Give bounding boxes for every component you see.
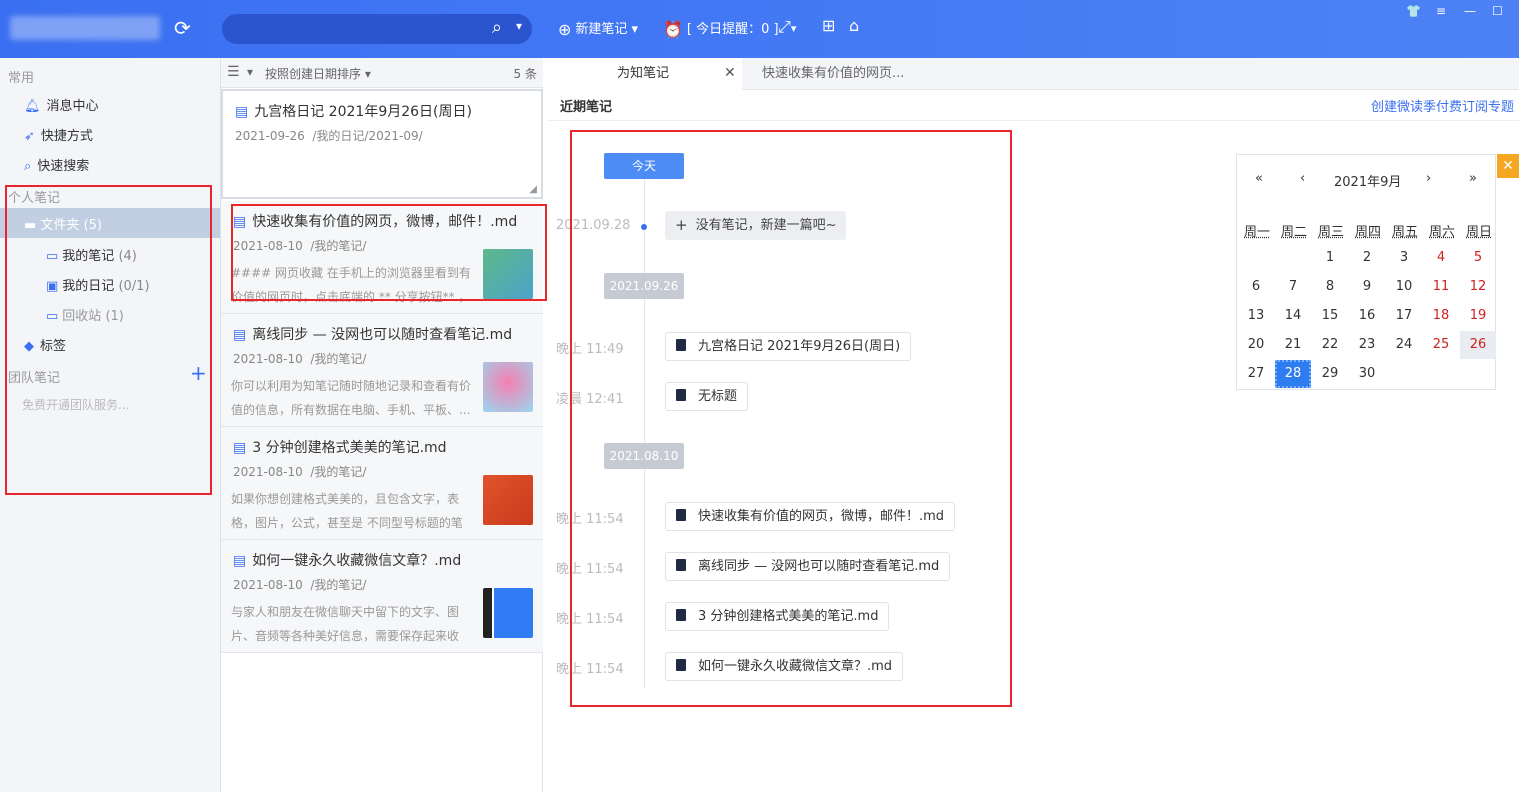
calendar-day[interactable]: 21 <box>1275 331 1311 359</box>
calendar-day[interactable]: 1 <box>1312 244 1348 272</box>
sidebar-item-shortcuts[interactable]: ➶ 快捷方式 <box>24 125 93 144</box>
calendar-day[interactable]: 16 <box>1349 302 1385 330</box>
close-icon[interactable]: ✕ <box>1497 154 1519 178</box>
calendar-day[interactable]: 22 <box>1312 331 1348 359</box>
note-list: ☰ ▾ 按照创建日期排序 ▾ 5 条 ▤ 九宫格日记 2021年9月26日(周日)… <box>221 58 543 792</box>
calendar-day[interactable]: 3 <box>1386 244 1422 272</box>
next-month-button[interactable]: › <box>1426 171 1431 186</box>
calendar-day[interactable]: 4 <box>1423 244 1459 272</box>
next-year-button[interactable]: » <box>1469 171 1477 186</box>
note-icon: ▤ <box>233 553 247 569</box>
list-view-icon[interactable]: ☰ <box>227 64 240 80</box>
weekday-header: 周二 <box>1281 225 1308 240</box>
tab-wiz[interactable]: 为知笔记 <box>544 58 742 90</box>
sidebar-item-quick-search[interactable]: ⌕ 快速搜索 <box>24 155 89 174</box>
calendar-day[interactable]: 23 <box>1349 331 1385 359</box>
page-title: 近期笔记 <box>560 100 613 115</box>
grid-icon[interactable]: ⊞ <box>822 16 835 35</box>
maximize-icon[interactable]: ☐ <box>1492 4 1503 18</box>
calendar-day[interactable]: 20 <box>1238 331 1274 359</box>
skin-icon[interactable]: 👕 <box>1406 4 1421 18</box>
calendar-day[interactable]: 27 <box>1238 360 1274 388</box>
list-item[interactable]: ▤ 3 分钟创建格式美美的笔记.md 2021-08-10 /我的笔记/ 如果你想… <box>221 427 543 540</box>
calendar-day[interactable]: 19 <box>1460 302 1496 330</box>
prev-year-button[interactable]: « <box>1255 171 1263 186</box>
calendar-day[interactable]: 25 <box>1423 331 1459 359</box>
weekday-header: 周五 <box>1392 225 1419 240</box>
calendar-day[interactable]: 24 <box>1386 331 1422 359</box>
prev-month-button[interactable]: ‹ <box>1300 171 1305 186</box>
sort-chevron-icon[interactable]: ▾ <box>247 65 253 79</box>
new-note-button[interactable]: ⊕ 新建笔记 ▾ <box>558 18 638 39</box>
search-icon[interactable]: ⌕ <box>492 17 502 38</box>
minimize-icon[interactable]: — <box>1464 4 1476 18</box>
resize-grip-icon: ◢ <box>529 184 537 195</box>
sidebar-item-messages[interactable]: 🔔︎ 消息中心 <box>24 95 99 114</box>
list-header: ☰ ▾ 按照创建日期排序 ▾ 5 条 <box>221 58 543 88</box>
calendar-day[interactable]: 18 <box>1423 302 1459 330</box>
calendar-day[interactable]: 9 <box>1349 273 1385 301</box>
note-icon: ▤ <box>233 327 247 343</box>
highlight-box-timeline <box>570 130 1012 707</box>
note-thumbnail <box>483 362 533 412</box>
list-item[interactable]: ▤ 如何一键永久收藏微信文章？.md 2021-08-10 /我的笔记/ 与家人和… <box>221 540 543 653</box>
list-item[interactable]: ▤ 九宫格日记 2021年9月26日(周日) 2021-09-26 /我的日记/2… <box>221 89 543 199</box>
top-toolbar: ⟳ ⌕ ▾ ⊕ 新建笔记 ▾ ⏰[ 今日提醒：0 ] ⤢▾ ⊞ ⌂ 👕 ≡ — ☐ <box>0 0 1519 58</box>
tab-web-note[interactable]: 快速收集有价值的网页... <box>762 58 904 90</box>
calendar-day[interactable]: 26 <box>1460 331 1496 359</box>
rocket-icon: ➶ <box>24 129 35 144</box>
highlight-box-note <box>231 204 547 301</box>
expand-icon[interactable]: ⤢▾ <box>778 17 796 37</box>
calendar-day[interactable]: 13 <box>1238 302 1274 330</box>
calendar-day[interactable]: 7 <box>1275 273 1311 301</box>
reminder-button[interactable]: ⏰[ 今日提醒：0 ] <box>663 18 779 39</box>
calendar-day[interactable]: 2 <box>1349 244 1385 272</box>
sort-dropdown[interactable]: 按照创建日期排序 ▾ <box>265 65 371 82</box>
calendar-day[interactable]: 14 <box>1275 302 1311 330</box>
sync-icon[interactable]: ⟳ <box>174 16 191 40</box>
weekday-header: 周六 <box>1429 225 1456 240</box>
list-item[interactable]: ▤ 离线同步 — 没网也可以随时查看笔记.md 2021-08-10 /我的笔记/… <box>221 314 543 427</box>
bell-icon: 🔔︎ <box>24 99 41 114</box>
calendar-day[interactable]: 10 <box>1386 273 1422 301</box>
calendar-day[interactable]: 11 <box>1423 273 1459 301</box>
close-icon[interactable]: ✕ <box>724 58 736 89</box>
weekday-header: 周日 <box>1466 225 1493 240</box>
promo-link[interactable]: 创建微读季付费订阅专题 <box>1371 96 1514 115</box>
divider <box>548 120 1519 121</box>
home-icon[interactable]: ⌂ <box>849 16 859 35</box>
search-icon: ⌕ <box>24 159 32 174</box>
tab-bar: 为知笔记 ✕ 快速收集有价值的网页... <box>544 58 1519 90</box>
alarm-clock-icon: ⏰ <box>663 20 683 39</box>
account-name-blurred[interactable] <box>10 16 160 40</box>
calendar-title: 2021年9月 <box>1334 175 1402 190</box>
calendar-day[interactable]: 30 <box>1349 360 1385 388</box>
weekday-header: 周一 <box>1244 225 1271 240</box>
calendar-day[interactable]: 6 <box>1238 273 1274 301</box>
note-thumbnail <box>483 475 533 525</box>
weekday-header: 周三 <box>1318 225 1345 240</box>
calendar: « ‹ 2021年9月 › » 周一 周二 周三 周四 周五 周六 周日 1 2 3 4 5 6 7 8 9 1… <box>1236 154 1496 390</box>
calendar-day[interactable]: 29 <box>1312 360 1348 388</box>
search-input[interactable]: ⌕ ▾ <box>222 14 532 44</box>
note-count: 5 条 <box>513 67 537 81</box>
weekday-header: 周四 <box>1355 225 1382 240</box>
calendar-day[interactable]: 5 <box>1460 244 1496 272</box>
calendar-day[interactable]: 17 <box>1386 302 1422 330</box>
calendar-day[interactable]: 8 <box>1312 273 1348 301</box>
section-common: 常用 <box>8 71 35 86</box>
menu-icon[interactable]: ≡ <box>1436 4 1446 18</box>
note-icon: ▤ <box>235 104 249 120</box>
chevron-down-icon[interactable]: ▾ <box>516 19 522 33</box>
calendar-day[interactable]: 28 <box>1275 360 1311 388</box>
note-thumbnail <box>483 588 533 638</box>
plus-circle-icon: ⊕ <box>558 20 572 39</box>
highlight-box-sidebar <box>5 185 212 495</box>
calendar-day[interactable]: 15 <box>1312 302 1348 330</box>
calendar-day[interactable]: 12 <box>1460 273 1496 301</box>
note-icon: ▤ <box>233 440 247 456</box>
